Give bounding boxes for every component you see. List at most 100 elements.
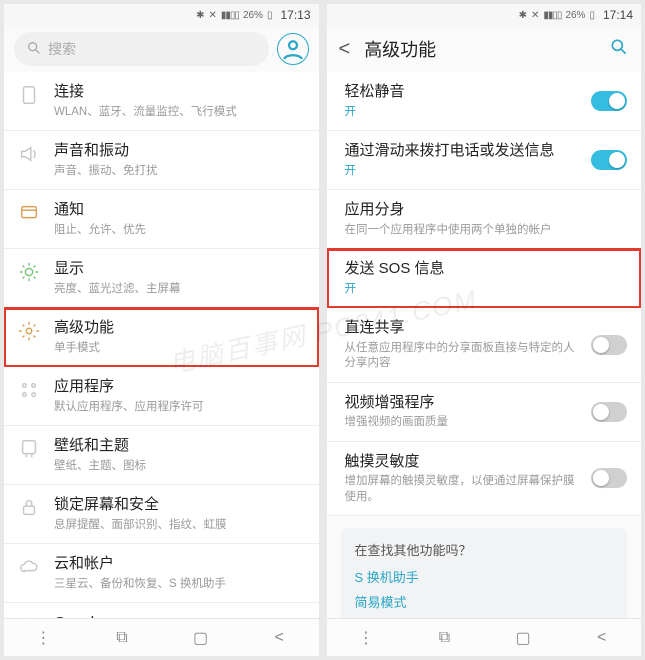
item-sub: 亮度、蓝光过滤、主屏幕	[54, 282, 305, 298]
item-sub: 单手模式	[54, 341, 305, 357]
item-sub: 在同一个应用程序中使用两个单独的帐户	[345, 223, 628, 239]
search-placeholder: 搜索	[48, 39, 76, 59]
nav-bar: ⋮ ⧉ ▢ <	[327, 618, 642, 656]
item-wallpaper[interactable]: 壁纸和主题壁纸、主题、图标	[4, 426, 319, 485]
toggle[interactable]	[591, 335, 627, 355]
item-sub: 息屏提醒、面部识别、指纹、虹膜	[54, 518, 305, 534]
advanced-features-screen: ✱ ✕ ▮▮▯▯ 26% ▯ 17:14 < 高级功能 轻松静音开 通过滑动来拨…	[327, 4, 642, 656]
item-swipe-call[interactable]: 通过滑动来拨打电话或发送信息开	[327, 131, 642, 190]
item-title: 连接	[54, 82, 305, 102]
item-connections[interactable]: 连接 WLAN、蓝牙、流量监控、飞行模式	[4, 72, 319, 131]
nav-recents-icon[interactable]: ⧉	[112, 629, 132, 647]
page-title: 高级功能	[364, 36, 595, 62]
card-link-easy-mode[interactable]: 简易模式	[355, 592, 614, 611]
item-sub: 开	[345, 282, 628, 298]
lock-icon	[18, 497, 40, 519]
item-direct-share[interactable]: 直连共享从任意应用程序中的分享面板直接与特定的人分享内容	[327, 308, 642, 383]
item-title: 通过滑动来拨打电话或发送信息	[345, 141, 578, 161]
looking-for-card: 在查找其他功能吗？ S 换机助手 简易模式	[341, 528, 628, 618]
item-apps[interactable]: 应用程序默认应用程序、应用程序许可	[4, 367, 319, 426]
item-sub: 开	[345, 164, 578, 180]
nav-bar: ⋮ ⧉ ▢ <	[4, 618, 319, 656]
item-title: 通知	[54, 200, 305, 220]
nav-home-icon[interactable]: ▢	[191, 628, 211, 648]
item-sub: 增强视频的画面质量	[345, 415, 578, 431]
nav-home-icon[interactable]: ▢	[513, 628, 533, 648]
item-sub: 默认应用程序、应用程序许可	[54, 400, 305, 416]
item-video-enhancer[interactable]: 视频增强程序增强视频的画面质量	[327, 383, 642, 442]
clock: 17:14	[603, 8, 633, 22]
item-title: 视频增强程序	[345, 393, 578, 413]
item-advanced-features[interactable]: 高级功能单手模式	[4, 308, 319, 367]
item-notifications[interactable]: 通知阻止、允许、优先	[4, 190, 319, 249]
signal-icon: ▮▮▯▯	[221, 10, 239, 21]
item-title: 壁纸和主题	[54, 436, 305, 456]
item-send-sos[interactable]: 发送 SOS 信息开	[327, 249, 642, 308]
profile-button[interactable]	[277, 33, 309, 65]
item-title: 显示	[54, 259, 305, 279]
notification-icon	[18, 202, 40, 224]
search-row: 搜索	[4, 26, 319, 72]
settings-main-screen: ✱ ✕ ▮▮▯▯ 26% ▯ 17:13 搜索 连接 WLAN、蓝牙、流量监控、飞…	[4, 4, 319, 656]
battery-text: 26%	[243, 10, 263, 21]
item-sub: WLAN、蓝牙、流量监控、飞行模式	[54, 105, 305, 121]
card-question: 在查找其他功能吗？	[355, 540, 614, 559]
toggle[interactable]	[591, 150, 627, 170]
nav-recents-icon[interactable]: ⧉	[434, 629, 454, 647]
item-sound[interactable]: 声音和振动声音、振动、免打扰	[4, 131, 319, 190]
apps-icon	[18, 379, 40, 401]
back-icon[interactable]: <	[339, 38, 351, 61]
battery-icon: ▯	[589, 10, 595, 21]
sound-icon	[18, 143, 40, 165]
item-title: 云和帐户	[54, 554, 305, 574]
item-sub: 从任意应用程序中的分享面板直接与特定的人分享内容	[345, 341, 578, 372]
battery-text: 26%	[565, 10, 585, 21]
item-lock-security[interactable]: 锁定屏幕和安全息屏提醒、面部识别、指纹、虹膜	[4, 485, 319, 544]
item-touch-sensitivity[interactable]: 触摸灵敏度增加屏幕的触摸灵敏度，以便通过屏幕保护膜使用。	[327, 442, 642, 517]
item-title: 轻松静音	[345, 82, 578, 102]
connections-icon	[18, 84, 40, 106]
battery-icon: ▯	[267, 10, 273, 21]
cloud-icon	[18, 556, 40, 578]
nav-menu-icon[interactable]: ⋮	[356, 628, 376, 648]
card-link-smart-switch[interactable]: S 换机助手	[355, 567, 614, 586]
search-input[interactable]: 搜索	[14, 32, 269, 66]
toggle[interactable]	[591, 402, 627, 422]
item-title: 直连共享	[345, 318, 578, 338]
item-title: 触摸灵敏度	[345, 452, 578, 472]
item-sub: 声音、振动、免打扰	[54, 164, 305, 180]
bluetooth-icon: ✱	[196, 10, 204, 21]
item-title: 声音和振动	[54, 141, 305, 161]
item-google[interactable]: GoogleGoogle 设置	[4, 603, 319, 618]
nav-back-icon[interactable]: <	[592, 629, 612, 647]
header: < 高级功能	[327, 26, 642, 72]
gear-icon	[18, 320, 40, 342]
search-icon[interactable]	[609, 37, 629, 62]
nav-menu-icon[interactable]: ⋮	[33, 628, 53, 648]
nav-back-icon[interactable]: <	[269, 629, 289, 647]
display-icon	[18, 261, 40, 283]
item-dual-messenger[interactable]: 应用分身在同一个应用程序中使用两个单独的帐户	[327, 190, 642, 249]
toggle[interactable]	[591, 468, 627, 488]
search-icon	[26, 40, 42, 59]
item-sub: 开	[345, 105, 578, 121]
item-title: 应用程序	[54, 377, 305, 397]
item-title: 应用分身	[345, 200, 628, 220]
google-icon	[18, 615, 40, 618]
status-bar: ✱ ✕ ▮▮▯▯ 26% ▯ 17:13	[4, 4, 319, 26]
item-sub: 壁纸、主题、图标	[54, 459, 305, 475]
item-title: 发送 SOS 信息	[345, 259, 628, 279]
vibrate-icon: ✕	[531, 10, 539, 21]
item-title: 锁定屏幕和安全	[54, 495, 305, 515]
vibrate-icon: ✕	[209, 10, 217, 21]
settings-list[interactable]: 连接 WLAN、蓝牙、流量监控、飞行模式 声音和振动声音、振动、免打扰 通知阻止、…	[4, 72, 319, 618]
item-easy-mute[interactable]: 轻松静音开	[327, 72, 642, 131]
item-cloud[interactable]: 云和帐户三星云、备份和恢复、S 换机助手	[4, 544, 319, 603]
item-sub: 三星云、备份和恢复、S 换机助手	[54, 577, 305, 593]
signal-icon: ▮▮▯▯	[543, 10, 561, 21]
advanced-list[interactable]: 轻松静音开 通过滑动来拨打电话或发送信息开 应用分身在同一个应用程序中使用两个单…	[327, 72, 642, 618]
status-bar: ✱ ✕ ▮▮▯▯ 26% ▯ 17:14	[327, 4, 642, 26]
toggle[interactable]	[591, 91, 627, 111]
item-display[interactable]: 显示亮度、蓝光过滤、主屏幕	[4, 249, 319, 308]
item-sub: 增加屏幕的触摸灵敏度，以便通过屏幕保护膜使用。	[345, 474, 578, 505]
